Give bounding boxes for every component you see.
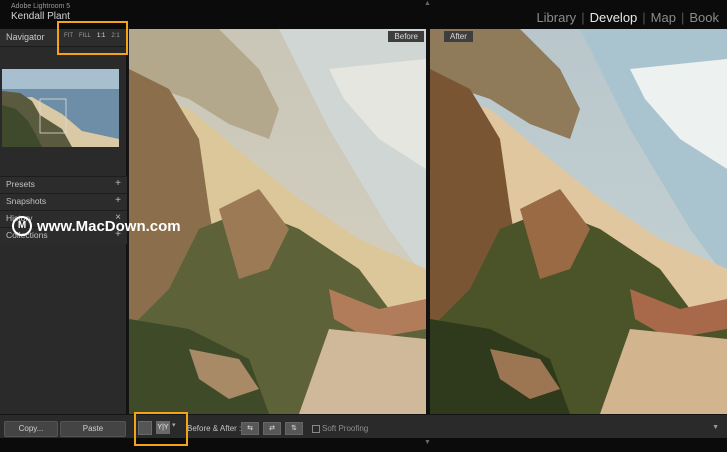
bottom-toolbar: Copy... Paste Y|Y ▾ Before & After : ⇆ ⇄… <box>0 414 727 439</box>
module-map[interactable]: Map <box>647 10 680 25</box>
section-snapshots[interactable]: Snapshots + <box>0 193 127 210</box>
module-library[interactable]: Library <box>532 10 580 25</box>
paste-button[interactable]: Paste <box>60 421 126 437</box>
section-label: Presets <box>6 179 35 189</box>
soft-proofing-checkbox[interactable] <box>312 425 320 433</box>
app-name: Adobe Lightroom 5 <box>11 3 71 10</box>
top-panel-toggle-icon[interactable]: ▲ <box>424 0 431 7</box>
watermark: M www.MacDown.com <box>12 216 181 236</box>
copy-after-to-before-icon[interactable]: ⇄ <box>263 422 281 435</box>
navigator-preview[interactable] <box>2 69 119 147</box>
watermark-text: www.MacDown.com <box>37 217 181 235</box>
section-presets[interactable]: Presets + <box>0 176 127 193</box>
copy-before-to-after-icon[interactable]: ⇆ <box>241 422 259 435</box>
view-mode-highlight-box <box>134 412 188 446</box>
after-photo <box>430 29 727 414</box>
section-label: Snapshots <box>6 196 47 206</box>
bottom-panel-toggle-icon[interactable]: ▼ <box>424 439 431 446</box>
navigator-title: Navigator <box>6 32 45 42</box>
copy-button[interactable]: Copy... <box>4 421 58 437</box>
navigator-thumbnail <box>2 69 119 147</box>
swap-before-after-icon[interactable]: ⇅ <box>285 422 303 435</box>
before-label: Before <box>388 31 424 42</box>
module-develop[interactable]: Develop <box>586 10 642 25</box>
after-label: After <box>444 31 473 42</box>
plus-icon[interactable]: + <box>115 195 121 206</box>
soft-proofing-label: Soft Proofing <box>322 424 369 433</box>
zoom-highlight-box <box>57 21 128 55</box>
watermark-logo: M <box>12 216 32 236</box>
plus-icon[interactable]: + <box>115 178 121 189</box>
toolbar-menu-icon[interactable]: ▼ <box>712 424 719 431</box>
bottom-panel-strip: ▼ <box>0 438 727 452</box>
module-picker: Library | Develop | Map | Book <box>532 10 723 25</box>
after-view[interactable]: After <box>430 29 727 414</box>
before-after-label: Before & After : <box>187 424 242 433</box>
module-book[interactable]: Book <box>685 10 723 25</box>
